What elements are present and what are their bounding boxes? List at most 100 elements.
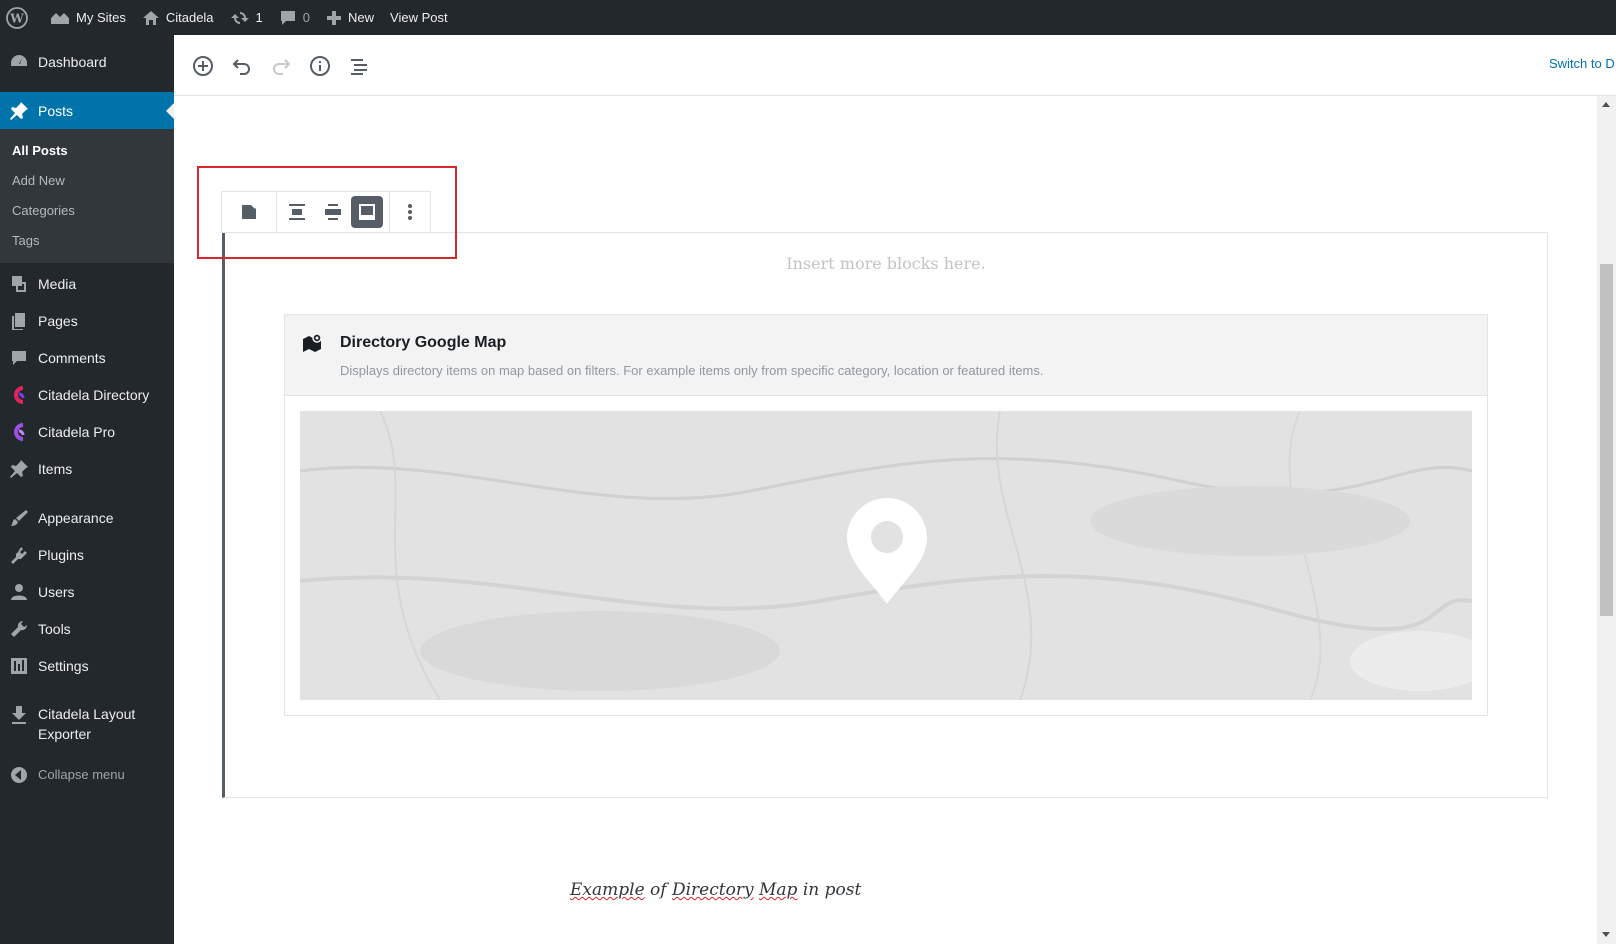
new-label: New [348,10,375,25]
sidebar-item-label: Settings [38,657,89,674]
pages-icon [8,310,30,332]
submenu-add-new[interactable]: Add New [0,165,174,195]
updates-icon [230,11,249,24]
sidebar-item-citadela-pro[interactable]: Citadela Pro [0,413,174,450]
submenu-tags[interactable]: Tags [0,225,174,255]
media-icon [8,273,30,295]
sidebar-item-label: Media [38,275,77,292]
sidebar-item-label: Tools [38,620,71,637]
map-pin-icon [303,333,322,352]
paintbrush-icon [8,507,30,529]
sidebar-item-media[interactable]: Media [0,265,174,302]
svg-text:W: W [9,11,24,25]
sidebar-item-tools[interactable]: Tools [0,610,174,647]
editor-toolbar: Switch to D [174,35,1616,96]
map-block-title: Directory Google Map [340,334,507,351]
updates-count: 1 [255,10,263,25]
user-icon [8,581,30,603]
plugin-icon [8,544,30,566]
map-block-description: Displays directory items on map based on… [340,363,1044,378]
redo-button[interactable] [268,53,294,79]
caption-word: Directory [671,880,754,900]
wordpress-logo-icon[interactable]: W [0,0,42,35]
sidebar-item-label: Comments [38,349,106,366]
site-name-label: Citadela [165,10,214,25]
add-circle-icon [193,56,213,76]
home-icon [142,10,159,25]
submenu-categories[interactable]: Categories [0,195,174,225]
posts-submenu: All Posts Add New Categories Tags [0,129,174,263]
sidebar-item-label: Posts [38,102,74,119]
admin-sidebar: Dashboard Posts All Posts Add New Catego… [0,35,174,944]
settings-sliders-icon [8,655,30,677]
view-post-label: View Post [390,10,448,25]
sidebar-item-label: Citadela Layout Exporter [38,706,136,742]
sidebar-item-posts[interactable]: Posts [0,92,174,129]
caption-word: Example [570,880,645,900]
admin-bar: W My Sites Citadela 1 0 New View Post [0,0,1616,35]
map-preview-image [300,411,1472,700]
dashboard-gauge-icon [8,51,30,73]
scroll-up-arrow-icon[interactable] [1602,102,1610,107]
collapse-menu-label: Collapse menu [38,767,125,782]
caption-word: of [650,880,667,900]
sidebar-item-appearance[interactable]: Appearance [0,499,174,536]
citadela-directory-logo-icon [8,384,30,406]
info-icon [310,56,330,76]
directory-google-map-block[interactable]: Directory Google Map Displays directory … [284,314,1488,716]
caption-word: in post [802,880,862,900]
highlight-annotation-box [197,166,457,259]
content-info-button[interactable] [307,53,333,79]
my-sites-icon [51,12,69,24]
wrench-icon [8,618,30,640]
redo-icon [273,59,291,75]
download-icon [8,704,30,726]
sidebar-item-label: Users [38,583,75,600]
undo-button[interactable] [229,53,255,79]
sidebar-item-label: Dashboard [38,53,107,70]
citadela-pro-logo-icon [8,421,30,443]
sidebar-item-label: Citadela Pro [38,423,116,440]
sidebar-item-label: Items [38,460,73,477]
collapse-menu-button[interactable]: Collapse menu [0,756,174,793]
comments-count: 0 [302,10,311,25]
sidebar-item-items[interactable]: Items [0,450,174,487]
caption-word: Map [758,880,798,900]
sidebar-item-settings[interactable]: Settings [0,647,174,684]
scrollbar-thumb[interactable] [1600,264,1613,616]
plus-icon [327,10,342,25]
new-content-menu[interactable]: New [318,0,382,35]
comment-bubble-icon [280,10,295,25]
block-navigation-button[interactable] [346,53,372,79]
add-block-button[interactable] [190,53,216,79]
sidebar-item-label: Plugins [38,546,84,563]
pushpin-icon [8,100,30,122]
list-view-icon [351,59,367,75]
submenu-all-posts[interactable]: All Posts [0,135,174,165]
map-block-header: Directory Google Map Displays directory … [285,315,1487,396]
sidebar-item-pages[interactable]: Pages [0,302,174,339]
site-name-menu[interactable]: Citadela [134,0,222,35]
sidebar-item-citadela-directory[interactable]: Citadela Directory [0,376,174,413]
sidebar-item-label: Appearance [38,509,114,526]
sidebar-item-comments[interactable]: Comments [0,339,174,376]
my-sites-label: My Sites [76,10,126,25]
sidebar-item-dashboard[interactable]: Dashboard [0,43,174,80]
location-pin-icon [847,498,927,604]
undo-icon [232,59,250,75]
sidebar-item-label: Pages [38,312,78,329]
my-sites-menu[interactable]: My Sites [42,0,134,35]
view-post-link[interactable]: View Post [382,0,456,35]
collapse-arrow-icon [8,764,30,786]
updates-menu[interactable]: 1 [222,0,271,35]
pushpin-icon [8,458,30,480]
comments-menu[interactable]: 0 [271,0,318,35]
switch-editor-link[interactable]: Switch to D [1549,56,1615,71]
sidebar-item-citadela-layout-exporter[interactable]: Citadela Layout Exporter [0,696,174,752]
editor-scrollbar[interactable] [1597,96,1616,944]
sidebar-item-users[interactable]: Users [0,573,174,610]
sidebar-item-plugins[interactable]: Plugins [0,536,174,573]
comments-icon [8,347,30,369]
post-caption-text[interactable]: Example of Directory Map in post [570,880,861,900]
scroll-down-arrow-icon[interactable] [1602,932,1610,937]
